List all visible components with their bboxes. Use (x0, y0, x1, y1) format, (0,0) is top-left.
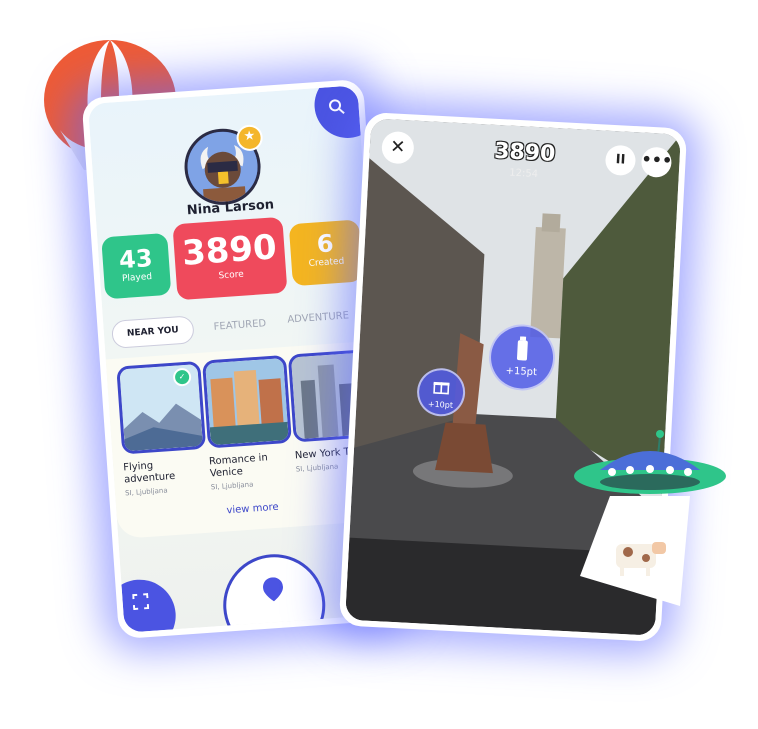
map-pin-icon (263, 577, 283, 602)
card-title: Romance in Venice (208, 452, 269, 480)
map-button[interactable] (219, 550, 329, 633)
search-icon (329, 99, 345, 114)
card-title: Flying adventure (122, 460, 176, 486)
scan-button[interactable] (101, 577, 179, 633)
tab-featured[interactable]: FEATURED (213, 318, 266, 333)
more-icon: ••• (641, 149, 673, 171)
ufo-cow-illustration (574, 430, 726, 606)
star-icon: ★ (235, 123, 264, 152)
played-stat[interactable]: 43 Played (101, 232, 172, 300)
list-item[interactable]: Romance in Venice SI, Ljubljana (202, 354, 292, 492)
list-item[interactable]: ✓ Flying adventure SI, Ljubljana (116, 360, 207, 498)
created-stat[interactable]: 6 Created (288, 219, 363, 287)
tab-near-you[interactable]: NEAR YOU (111, 315, 195, 349)
bubble-points: +10pt (427, 399, 454, 410)
gift-icon (433, 381, 450, 395)
bubble-points: +15pt (505, 365, 538, 379)
can-icon (516, 336, 528, 361)
scan-icon (132, 593, 150, 611)
card-location: SI, Ljubljana (124, 486, 168, 498)
card-thumbnail (116, 360, 207, 455)
card-location: SI, Ljubljana (210, 480, 254, 492)
score-stat[interactable]: 3890 Score (172, 216, 288, 301)
tab-adventure[interactable]: ADVENTURE (287, 310, 349, 325)
score-value: 3890 (180, 227, 278, 274)
pause-icon: II (615, 152, 626, 168)
card-thumbnail (202, 354, 292, 449)
